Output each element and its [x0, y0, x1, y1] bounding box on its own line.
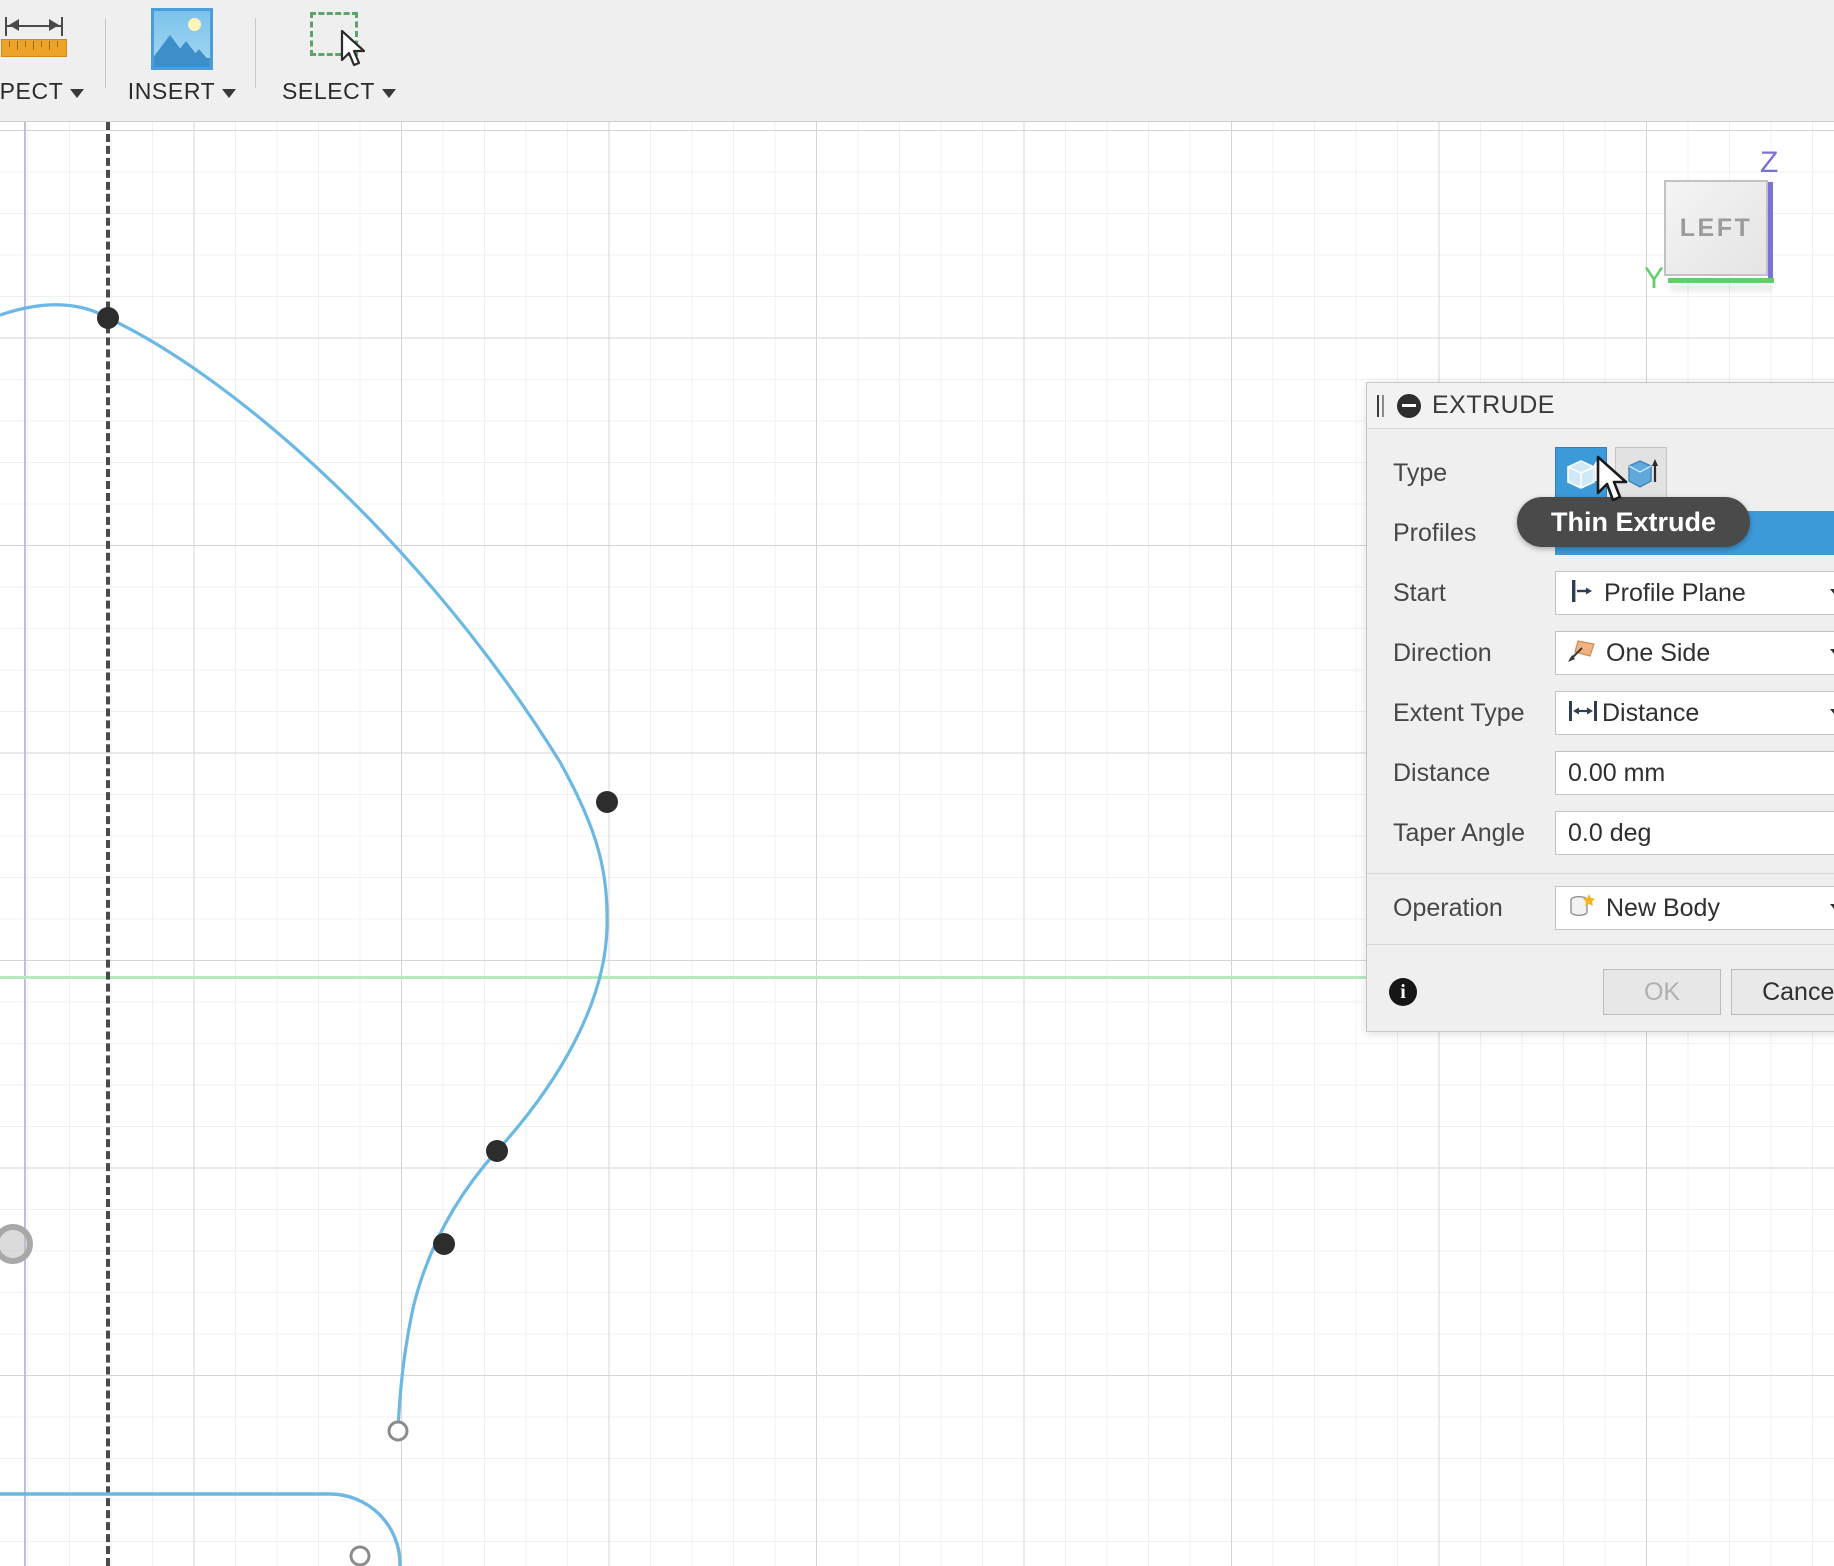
axis-z-line — [1768, 182, 1773, 282]
row-operation: Operation New Body — [1367, 878, 1834, 938]
extrude-dialog-titlebar[interactable]: EXTRUDE — [1367, 383, 1834, 429]
inspect-label-text: SPECT — [0, 78, 64, 104]
start-label: Start — [1393, 578, 1446, 607]
insert-image-icon — [151, 0, 213, 78]
insert-label-text: INSERT — [127, 78, 216, 104]
cancel-button[interactable]: Cancel — [1731, 969, 1834, 1015]
ok-button[interactable]: OK — [1603, 969, 1721, 1015]
distance-icon — [1566, 697, 1600, 730]
chevron-down-icon[interactable] — [70, 88, 85, 98]
direction-dropdown[interactable]: One Side — [1555, 631, 1834, 675]
toolbar-separator-2 — [255, 18, 256, 88]
row-taper-angle: Taper Angle 0.0 deg — [1367, 803, 1834, 863]
view-cube-face-label: LEFT — [1679, 213, 1753, 242]
row-start: Start Profile Plane — [1367, 563, 1834, 623]
toolbar-separator-1 — [105, 18, 106, 88]
info-icon[interactable]: i — [1389, 978, 1417, 1006]
start-value: Profile Plane — [1604, 578, 1746, 607]
toolbar-group-select[interactable]: SELECT — [264, 0, 414, 121]
spline-fit-point[interactable] — [433, 1233, 455, 1255]
slot-center-point[interactable] — [349, 1545, 371, 1566]
top-toolbar: SPECT INSERT — [0, 0, 1834, 122]
operation-dropdown[interactable]: New Body — [1555, 886, 1834, 930]
type-label: Type — [1393, 458, 1448, 487]
chevron-down-icon[interactable] — [1830, 589, 1834, 600]
taper-angle-value: 0.0 deg — [1568, 818, 1652, 847]
toolbar-group-insert[interactable]: INSERT — [114, 0, 250, 121]
view-cube-face[interactable]: LEFT — [1664, 180, 1768, 276]
toolbar-group-inspect[interactable]: SPECT — [0, 0, 102, 121]
spline-fit-point[interactable] — [596, 791, 618, 813]
profile-plane-icon — [1566, 577, 1596, 610]
extent-type-value: Distance — [1602, 698, 1700, 727]
extent-type-label: Extent Type — [1393, 698, 1525, 727]
distance-value: 0.00 mm — [1568, 758, 1666, 787]
select-window-icon — [304, 0, 374, 78]
distance-label: Distance — [1393, 758, 1491, 787]
one-side-icon — [1566, 637, 1598, 670]
mouse-pointer-icon — [1595, 455, 1635, 512]
view-cube-shadow — [1670, 284, 1772, 291]
axis-y-label: Y — [1644, 262, 1665, 295]
row-distance: Distance 0.00 mm — [1367, 743, 1834, 803]
minus-circle-icon[interactable] — [1397, 393, 1421, 418]
toolbar-group-insert-label: INSERT — [128, 78, 237, 105]
chevron-down-icon[interactable] — [1830, 904, 1834, 915]
direction-value: One Side — [1606, 638, 1711, 667]
toolbar-group-select-label: SELECT — [281, 78, 397, 105]
operation-label: Operation — [1393, 893, 1503, 922]
dialog-divider-1 — [1367, 873, 1834, 874]
sketch-spline-curve[interactable] — [0, 303, 609, 1431]
view-cube[interactable]: LEFT Z Y — [1622, 146, 1822, 330]
distance-input[interactable]: 0.00 mm — [1555, 751, 1834, 795]
taper-angle-label: Taper Angle — [1393, 818, 1526, 847]
start-dropdown[interactable]: Profile Plane — [1555, 571, 1834, 615]
dialog-divider-2 — [1367, 944, 1834, 945]
extent-type-dropdown[interactable]: Distance — [1555, 691, 1834, 735]
extrude-dialog-footer: i OK Cancel — [1367, 953, 1834, 1031]
spline-fit-point[interactable] — [486, 1140, 508, 1162]
chevron-down-icon[interactable] — [382, 88, 397, 98]
cursor-arrow-icon — [340, 29, 370, 73]
axis-z-label: Z — [1760, 146, 1779, 179]
chevron-down-icon[interactable] — [222, 88, 237, 98]
sketch-slot-outline[interactable] — [0, 1492, 402, 1566]
extrude-dialog-title: EXTRUDE — [1432, 391, 1555, 419]
row-extent-type: Extent Type Distance — [1367, 683, 1834, 743]
chevron-down-icon[interactable] — [1830, 709, 1834, 720]
axis-y-line — [1668, 278, 1774, 283]
ruler-dimension-icon — [1, 0, 67, 78]
new-body-icon — [1566, 892, 1598, 925]
chevron-down-icon[interactable] — [1830, 649, 1834, 660]
drag-handle-icon[interactable] — [1377, 394, 1389, 417]
spline-endpoint[interactable] — [387, 1420, 409, 1442]
row-direction: Direction One Side — [1367, 623, 1834, 683]
taper-angle-input[interactable]: 0.0 deg — [1555, 811, 1834, 855]
operation-value: New Body — [1606, 893, 1720, 922]
spline-fit-point[interactable] — [97, 307, 119, 329]
direction-label: Direction — [1393, 638, 1492, 667]
toolbar-group-inspect-label: SPECT — [0, 78, 85, 105]
select-label-text: SELECT — [281, 78, 376, 104]
